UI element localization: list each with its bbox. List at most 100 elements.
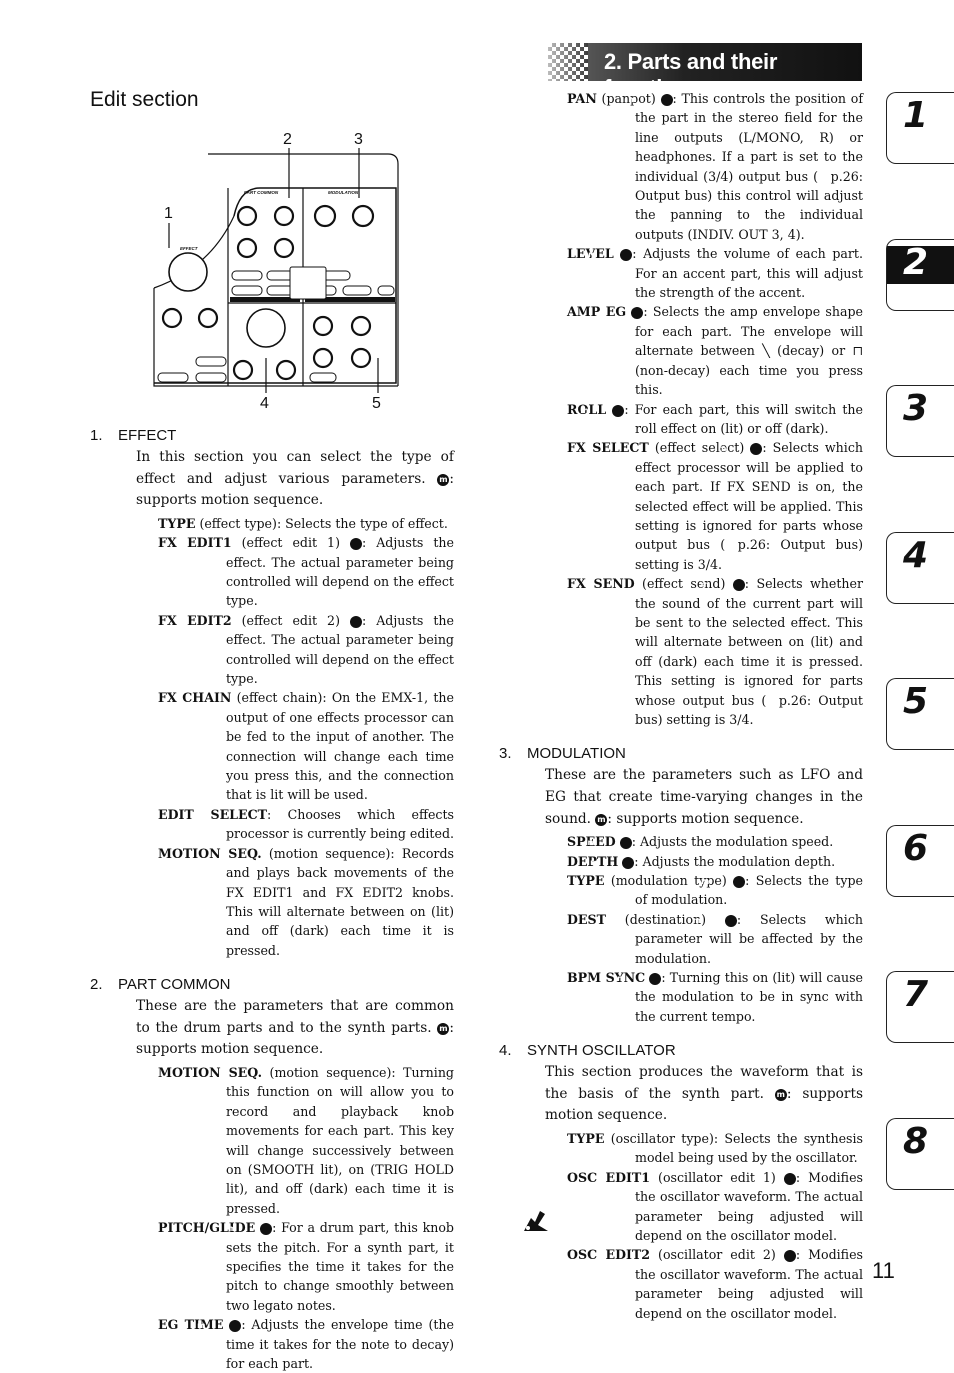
knob-eg-time bbox=[236, 237, 258, 259]
parameter-description: : Selects whether the sound of the curre… bbox=[635, 576, 863, 727]
parameter-term: TYPE bbox=[567, 1131, 605, 1147]
chapter-tab-number: 5 bbox=[903, 681, 929, 722]
parameter-description: : Selects the type of effect. bbox=[276, 515, 448, 531]
chapter-tab-number: 6 bbox=[903, 828, 929, 869]
parameter-term: OSC EDIT2 bbox=[567, 1247, 651, 1263]
section-title: 1. EFFECT bbox=[90, 424, 454, 447]
right-column: PAN (panpot) m: This controls the positi… bbox=[499, 89, 863, 1323]
parameter-item: MOTION SEQ. (motion sequence): Records a… bbox=[158, 844, 454, 960]
parameter-qualifier: (effect edit 1) bbox=[231, 535, 350, 551]
knob-drive bbox=[350, 347, 372, 369]
motion-seq-icon: m bbox=[588, 837, 632, 850]
motion-seq-icon: m bbox=[701, 579, 745, 592]
parameter-list: MOTION SEQ. (motion sequence): Turning t… bbox=[158, 1063, 454, 1373]
motion-seq-icon: m bbox=[718, 443, 763, 456]
knob-speed bbox=[313, 204, 337, 228]
note-icon bbox=[524, 1211, 548, 1231]
intro-suffix: : supports motion sequence. bbox=[607, 810, 804, 827]
parameter-description: : Turning this on (lit) will cause the m… bbox=[635, 970, 863, 1024]
motion-seq-icon: m bbox=[701, 876, 746, 888]
parameter-description: : For each part, this will switch the ro… bbox=[624, 401, 864, 436]
chapter-tab-3[interactable]: 3 bbox=[886, 385, 954, 457]
parameter-item: EG TIME m: Adjusts the envelope time (th… bbox=[158, 1315, 454, 1373]
parameter-item: FX EDIT2 (effect edit 2) m: Adjusts the … bbox=[158, 611, 454, 689]
parameter-term: TYPE bbox=[158, 515, 196, 531]
knob-cutoff bbox=[312, 315, 334, 337]
parameter-item: MOTION SEQ. (motion sequence): Turning t… bbox=[158, 1063, 454, 1218]
knob-depth bbox=[351, 204, 375, 228]
parameter-description: : This controls the position of the part… bbox=[635, 91, 864, 242]
chapter-tab-6[interactable]: 6 bbox=[886, 825, 954, 897]
parameter-item: ROLL m: For each part, this will switch … bbox=[567, 400, 863, 439]
section-number: 4. bbox=[499, 1042, 512, 1060]
knob-fx-edit1 bbox=[161, 307, 183, 329]
section-title: 3. MODULATION bbox=[499, 742, 863, 765]
section-title-text: EFFECT bbox=[118, 427, 177, 444]
intro-text: In this section you can select the type … bbox=[136, 449, 454, 487]
parameter-term: OSC EDIT1 bbox=[567, 1169, 651, 1185]
motion-seq-icon: m bbox=[437, 1022, 450, 1035]
motion-seq-icon: m bbox=[437, 473, 450, 486]
parameter-term: EG TIME bbox=[158, 1317, 224, 1333]
parameter-description: : Adjusts the envelope time (the time it… bbox=[226, 1317, 454, 1371]
section-heading: Edit section bbox=[90, 88, 199, 111]
section-intro: These are the parameters such as LFO and… bbox=[545, 765, 863, 830]
panel-drawing: PART COMMON MODULATION EFFECT bbox=[153, 148, 399, 393]
knob-level bbox=[273, 237, 295, 259]
parameter-item: EDIT SELECT: Chooses which effects proce… bbox=[158, 805, 454, 844]
motion-seq-icon: m bbox=[580, 404, 625, 417]
parameter-qualifier: (destination) bbox=[606, 911, 725, 927]
parameter-term: TYPE bbox=[567, 873, 605, 888]
parameter-item: OSC EDIT2 (oscillator edit 2) m: Modifie… bbox=[567, 1245, 863, 1323]
parameter-item: BPM SYNC m: Turning this on (lit) will c… bbox=[567, 968, 863, 1026]
parameter-item: TYPE (effect type): Selects the type of … bbox=[158, 514, 454, 533]
chapter-tab-5[interactable]: 5 bbox=[886, 678, 954, 750]
chapter-tab-number: 2 bbox=[903, 242, 929, 283]
motion-seq-icon: m bbox=[318, 615, 362, 628]
chapter-tab-7[interactable]: 7 bbox=[886, 971, 954, 1043]
chapter-tab-1[interactable]: 1 bbox=[886, 92, 954, 164]
parameter-qualifier: (motion sequence) bbox=[261, 845, 391, 861]
parameter-description: : Selects the amp envelope shape for eac… bbox=[635, 304, 864, 398]
motion-seq-icon: m bbox=[599, 307, 644, 320]
section-intro: These are the parameters that are common… bbox=[136, 996, 454, 1061]
knob-fx-edit2 bbox=[197, 307, 219, 329]
parameter-term: FX CHAIN bbox=[158, 690, 232, 706]
parameter-item: TYPE (modulation type) m: Selects the ty… bbox=[567, 871, 863, 910]
parameter-description: : Turning this function on will allow yo… bbox=[226, 1064, 454, 1216]
parameter-term: MOTION SEQ. bbox=[158, 1064, 262, 1080]
section-number: 2. bbox=[90, 976, 103, 994]
left-column: 1. EFFECT In this section you can select t… bbox=[90, 424, 454, 1373]
motion-seq-icon: m bbox=[774, 1088, 787, 1101]
parameter-qualifier: (oscillator edit 1) bbox=[650, 1169, 784, 1185]
chapter-tab-8[interactable]: 8 bbox=[886, 1118, 954, 1190]
chapter-tab-number: 4 bbox=[903, 535, 929, 576]
motion-seq-icon: m bbox=[752, 1250, 796, 1263]
page-number: 11 bbox=[872, 1258, 895, 1283]
parameter-qualifier: (effect chain) bbox=[231, 690, 323, 706]
motion-seq-icon: m bbox=[228, 1223, 273, 1236]
parameter-qualifier: (oscillator type) bbox=[604, 1131, 714, 1147]
motion-seq-icon: m bbox=[628, 94, 673, 106]
section-intro: This section produces the waveform that … bbox=[545, 1062, 863, 1127]
parameter-item: FX SEND (effect send) m: Selects whether… bbox=[567, 574, 863, 729]
knob-osc-type bbox=[246, 308, 286, 348]
intro-text: These are the parameters that are common… bbox=[136, 998, 454, 1036]
parameter-description: : On the EMX-1, the output of one effect… bbox=[226, 690, 454, 803]
motion-seq-icon: m bbox=[617, 973, 662, 986]
parameter-term: FX EDIT2 bbox=[158, 612, 232, 628]
parameter-item: FX SELECT (effect select) m: Selects whi… bbox=[567, 438, 863, 574]
knob-pan bbox=[273, 205, 295, 227]
parameter-term: MOTION SEQ. bbox=[158, 845, 262, 861]
parameter-qualifier: (modulation type) bbox=[604, 873, 734, 888]
parameter-term: PAN bbox=[567, 91, 597, 106]
parameter-item: PAN (panpot) m: This controls the positi… bbox=[567, 89, 863, 244]
chapter-tab-4[interactable]: 4 bbox=[886, 532, 954, 604]
parameter-term: PITCH/GLIDE bbox=[158, 1220, 256, 1236]
parameter-item: TYPE (oscillator type): Selects the synt… bbox=[567, 1129, 863, 1168]
section-title-text: MODULATION bbox=[527, 745, 626, 763]
section-synth-oscillator: 4. SYNTH OSCILLATOR This section produces … bbox=[499, 1039, 863, 1323]
parameter-list: TYPE (oscillator type): Selects the synt… bbox=[567, 1129, 863, 1323]
chapter-tab-number: 8 bbox=[903, 1121, 929, 1162]
chapter-tab-2[interactable]: 2 bbox=[886, 239, 954, 311]
